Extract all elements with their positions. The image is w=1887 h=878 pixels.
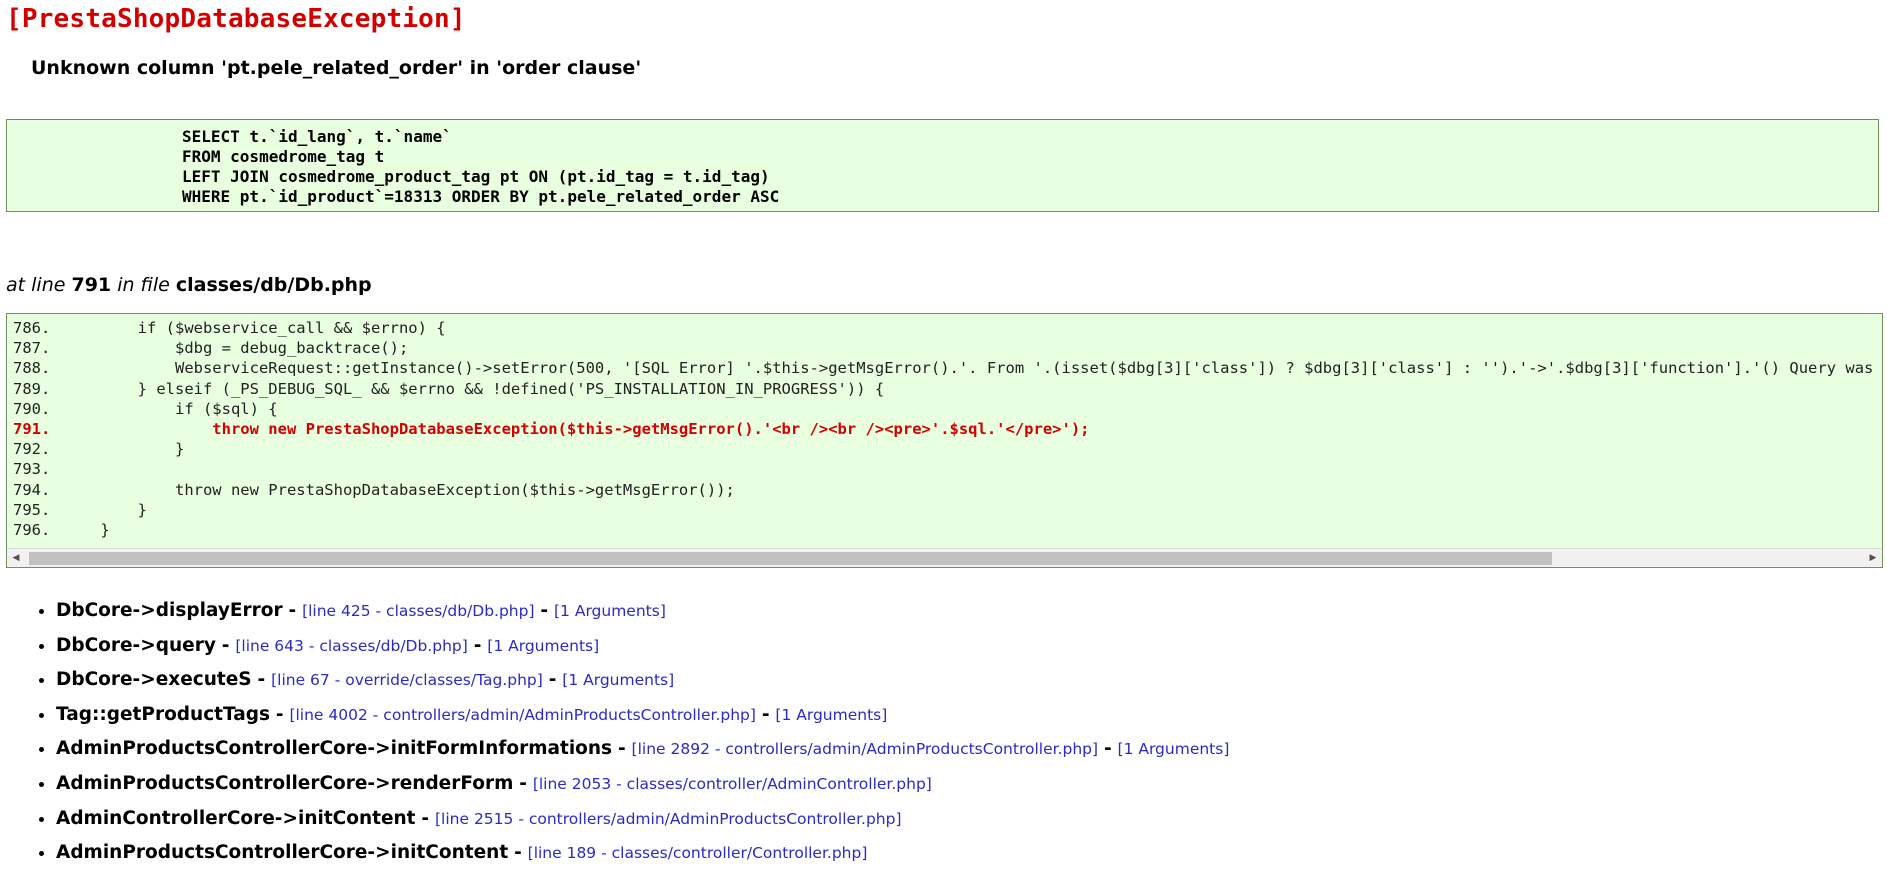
stack-separator: - — [761, 703, 770, 725]
scroll-left-arrow-icon[interactable]: ◀ — [7, 549, 25, 567]
stack-frame: DbCore->query - [line 643 - classes/db/D… — [56, 633, 1229, 668]
scrollbar-thumb[interactable] — [29, 552, 1552, 565]
sql-line: FROM cosmedrome_tag t — [182, 147, 385, 166]
stack-separator: - — [421, 807, 430, 829]
stack-function: AdminControllerCore->initContent — [56, 807, 416, 829]
code-line: 792. } — [13, 439, 1882, 459]
code-line: 786. if ($webservice_call && $errno) { — [13, 318, 1882, 338]
stack-location-link[interactable]: [line 67 - override/classes/Tag.php] — [271, 671, 543, 689]
location-file: classes/db/Db.php — [175, 274, 372, 296]
stack-location-link[interactable]: [line 4002 - controllers/admin/AdminProd… — [289, 706, 756, 724]
code-text: $dbg = debug_backtrace(); — [63, 339, 409, 358]
stack-function: AdminProductsControllerCore->renderForm — [56, 772, 514, 794]
stack-function: AdminProductsControllerCore->initFormInf… — [56, 738, 613, 760]
stack-location-link[interactable]: [line 2892 - controllers/admin/AdminProd… — [632, 740, 1099, 758]
stack-location-link[interactable]: [line 2515 - controllers/admin/AdminProd… — [435, 810, 902, 828]
line-number: 786. — [13, 319, 51, 337]
code-text: } — [63, 521, 110, 540]
exception-title: [PrestaShopDatabaseException] — [6, 4, 466, 34]
code-line: 793. — [13, 459, 1882, 479]
line-number: 795. — [13, 500, 51, 519]
stack-frame: AdminProductsControllerCore->renderForm … — [56, 771, 1229, 806]
stack-location-link[interactable]: [line 425 - classes/db/Db.php] — [302, 602, 534, 620]
location-line-number: 791 — [71, 274, 112, 296]
stack-separator: - — [514, 842, 522, 864]
code-text: throw new PrestaShopDatabaseException($t… — [63, 420, 1090, 439]
source-code-box[interactable]: 786. if ($webservice_call && $errno) {78… — [6, 313, 1883, 568]
stack-separator: - — [1103, 738, 1112, 760]
code-text: WebserviceRequest::getInstance()->setErr… — [63, 359, 1883, 378]
exception-message: Unknown column 'pt.pele_related_order' i… — [31, 57, 642, 79]
line-number: 794. — [13, 480, 51, 499]
stack-arguments-link[interactable]: [1 Arguments] — [487, 637, 599, 655]
stack-frame: DbCore->executeS - [line 67 - override/c… — [56, 667, 1229, 702]
code-line: 790. if ($sql) { — [13, 399, 1882, 419]
sql-line: LEFT JOIN cosmedrome_product_tag pt ON (… — [182, 167, 770, 186]
code-text: throw new PrestaShopDatabaseException($t… — [63, 480, 735, 499]
error-page: [PrestaShopDatabaseException] Unknown co… — [0, 0, 1887, 878]
sql-line: SELECT t.`id_lang`, t.`name` — [182, 127, 452, 146]
code-line: 796. } — [13, 520, 1882, 540]
stack-location-link[interactable]: [line 2053 - classes/controller/AdminCon… — [533, 775, 932, 793]
stack-separator: - — [617, 738, 626, 760]
line-number: 793. — [13, 460, 51, 479]
stack-function: Tag::getProductTags — [56, 703, 270, 725]
stack-function: DbCore->executeS — [56, 669, 252, 691]
stack-separator: - — [221, 634, 230, 656]
stack-separator: - — [519, 772, 527, 794]
code-line: 795. } — [13, 500, 1882, 520]
stack-trace: DbCore->displayError - [line 425 - class… — [28, 598, 1229, 875]
sql-line: WHERE pt.`id_product`=18313 ORDER BY pt.… — [182, 187, 780, 206]
sql-query-box: SELECT t.`id_lang`, t.`name` FROM cosmed… — [6, 119, 1879, 212]
stack-separator: - — [548, 669, 557, 691]
source-code: 786. if ($webservice_call && $errno) {78… — [13, 318, 1883, 540]
stack-separator: - — [288, 600, 297, 621]
stack-function: AdminProductsControllerCore->initContent — [56, 842, 509, 864]
line-number: 790. — [13, 399, 51, 418]
stack-separator: - — [473, 634, 482, 656]
line-number: 791. — [13, 420, 51, 439]
error-location: at line 791 in file classes/db/Db.php — [6, 274, 372, 296]
stack-frame: Tag::getProductTags - [line 4002 - contr… — [56, 702, 1229, 737]
stack-frame: AdminControllerCore->initContent - [line… — [56, 806, 1229, 841]
code-line: 789. } elseif (_PS_DEBUG_SQL_ && $errno … — [13, 379, 1882, 399]
stack-arguments-link[interactable]: [1 Arguments] — [562, 671, 674, 689]
sql-query: SELECT t.`id_lang`, t.`name` FROM cosmed… — [182, 127, 779, 207]
code-text: if ($webservice_call && $errno) { — [63, 319, 446, 337]
stack-separator: - — [257, 669, 266, 691]
stack-arguments-link[interactable]: [1 Arguments] — [775, 706, 887, 724]
stack-location-link[interactable]: [line 643 - classes/db/Db.php] — [235, 637, 467, 655]
stack-frame: AdminProductsControllerCore->initContent… — [56, 840, 1229, 875]
line-number: 792. — [13, 440, 51, 459]
line-number: 789. — [13, 379, 51, 398]
stack-separator: - — [275, 703, 284, 725]
code-text: if ($sql) { — [63, 399, 278, 418]
code-text: } — [63, 500, 147, 519]
line-number: 788. — [13, 359, 51, 378]
code-line: 788. WebserviceRequest::getInstance()->s… — [13, 358, 1883, 378]
stack-location-link[interactable]: [line 189 - classes/controller/Controlle… — [528, 844, 868, 862]
line-number: 787. — [13, 339, 51, 358]
scroll-right-arrow-icon[interactable]: ▶ — [1864, 549, 1882, 567]
stack-frame: DbCore->displayError - [line 425 - class… — [56, 598, 1229, 633]
horizontal-scrollbar[interactable]: ◀ ▶ — [7, 548, 1882, 567]
code-text: } — [63, 440, 185, 459]
stack-function: DbCore->query — [56, 634, 216, 656]
stack-separator: - — [540, 600, 549, 621]
code-text: } elseif (_PS_DEBUG_SQL_ && $errno && !d… — [63, 379, 885, 398]
code-line: 787. $dbg = debug_backtrace(); — [13, 338, 1882, 358]
stack-function: DbCore->displayError — [56, 600, 283, 621]
stack-arguments-link[interactable]: [1 Arguments] — [1118, 740, 1230, 758]
stack-frame: AdminProductsControllerCore->initFormInf… — [56, 736, 1229, 771]
line-number: 796. — [13, 521, 51, 540]
code-line-highlighted: 791. throw new PrestaShopDatabaseExcepti… — [13, 419, 1882, 439]
code-line: 794. throw new PrestaShopDatabaseExcepti… — [13, 480, 1882, 500]
location-prefix: at line — [6, 274, 66, 296]
location-middle: in file — [117, 274, 170, 296]
stack-arguments-link[interactable]: [1 Arguments] — [554, 602, 666, 620]
